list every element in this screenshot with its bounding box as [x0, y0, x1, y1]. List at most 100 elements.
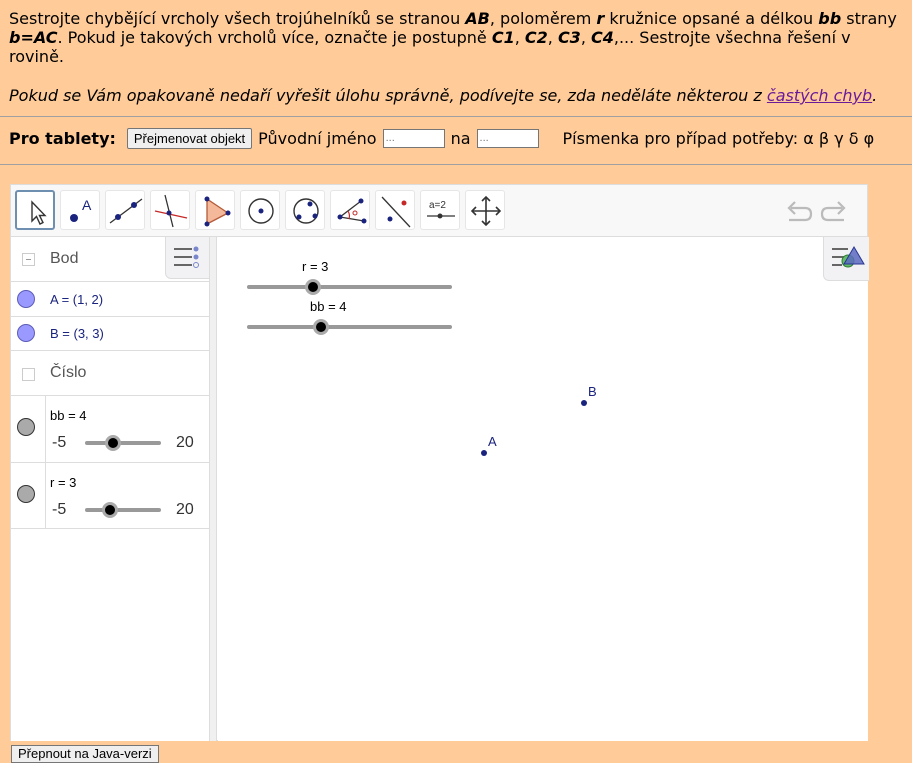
r-slider-handle[interactable] — [102, 502, 118, 518]
task-var-c4: C4 — [590, 28, 614, 47]
bb-expression[interactable]: bb = 4 — [50, 408, 87, 423]
move-tool[interactable] — [15, 190, 55, 230]
reflect-tool[interactable] — [375, 190, 415, 230]
divider — [0, 116, 912, 117]
tablet-toolbar: Pro tablety: Přejmenovat objekt Původní … — [9, 127, 874, 149]
graphics-view[interactable]: r = 3 bb = 4 A B — [218, 237, 869, 741]
undo-icon[interactable] — [783, 196, 813, 224]
angle-icon — [337, 198, 367, 224]
slider-max: 20 — [176, 501, 194, 518]
task-text: kružnice opsané a délkou — [604, 9, 819, 28]
circle-tool[interactable] — [240, 190, 280, 230]
common-errors-note: Pokud se Vám opakovaně nedaří vyřešit úl… — [9, 86, 909, 105]
task-var-b: b=AC — [9, 28, 58, 47]
task-paragraph: Sestrojte chybějící vrcholy všech trojúh… — [9, 9, 909, 66]
point-b-label: B — [588, 384, 597, 399]
task-text: Sestrojte chybějící vrcholy všech trojúh… — [9, 9, 466, 28]
common-errors-link[interactable]: častých chyb — [767, 86, 872, 105]
slider-min: -5 — [52, 434, 67, 451]
redo-icon[interactable] — [820, 196, 850, 224]
task-description: Sestrojte chybějící vrcholy všech trojúh… — [9, 9, 909, 105]
task-var-bb: bb — [818, 9, 842, 28]
bb-slider-handle[interactable] — [105, 435, 121, 451]
point-b[interactable] — [581, 400, 587, 406]
circle-three-points-icon — [293, 198, 319, 224]
point-tool[interactable]: A — [60, 190, 100, 230]
algebra-row-point-a[interactable]: A = (1, 2) — [11, 281, 210, 316]
section-title: Číslo — [50, 364, 87, 381]
algebra-row-point-b[interactable]: B = (3, 3) — [11, 316, 210, 350]
toolbar: A a=2 — [11, 185, 867, 237]
slider-max: 20 — [176, 434, 194, 451]
visibility-toggle[interactable] — [17, 485, 35, 503]
move-graphics-view-tool[interactable] — [465, 190, 505, 230]
perpendicular-line-tool[interactable] — [150, 190, 190, 230]
task-text: , — [580, 28, 591, 47]
algebra-row-bb[interactable]: bb = 4 -5 20 — [11, 395, 210, 462]
task-var-ab: AB — [465, 9, 490, 28]
note-text: Pokud se Vám opakovaně nedaří vyřešit úl… — [9, 86, 767, 105]
section-title: Bod — [50, 250, 79, 267]
algebra-row-r[interactable]: r = 3 -5 20 — [11, 462, 210, 529]
visibility-toggle[interactable] — [17, 418, 35, 436]
point-a-label: A — [488, 434, 497, 449]
task-var-c2: C2 — [524, 28, 548, 47]
angle-tool[interactable] — [330, 190, 370, 230]
point-a-expression[interactable]: A = (1, 2) — [50, 292, 103, 307]
slider-min: -5 — [52, 501, 67, 518]
slider-bb-label: bb = 4 — [310, 299, 347, 314]
line-icon — [109, 198, 143, 224]
polygon-tool[interactable] — [195, 190, 235, 230]
task-var-c1: C1 — [491, 28, 515, 47]
original-name-label: Původní jméno — [258, 128, 377, 148]
slider-bb-track[interactable] — [247, 325, 452, 329]
new-name-input[interactable] — [476, 128, 539, 148]
original-name-input[interactable] — [382, 128, 445, 148]
task-text: strany — [841, 9, 897, 28]
point-icon: A — [70, 197, 92, 222]
svg-text:A: A — [82, 197, 92, 213]
slider-r-track[interactable] — [247, 285, 452, 289]
algebra-view: Bod A = (1, 2) B = (3, 3) Číslo bb = 4 -… — [11, 237, 210, 741]
r-slider-track[interactable] — [85, 508, 161, 512]
circle-icon — [248, 198, 274, 224]
r-expression[interactable]: r = 3 — [50, 475, 76, 490]
graphics-style-icon — [832, 246, 865, 268]
point-a[interactable] — [481, 450, 487, 456]
slider-tool[interactable]: a=2 — [420, 190, 460, 230]
collapse-icon[interactable] — [22, 253, 35, 266]
row-separator — [45, 396, 46, 462]
slider-r-handle[interactable] — [305, 279, 321, 295]
divider — [0, 164, 912, 165]
task-var-c3: C3 — [557, 28, 581, 47]
bb-slider-track[interactable] — [85, 441, 161, 445]
slider-icon: a=2 — [427, 200, 455, 219]
task-text: , — [547, 28, 558, 47]
geogebra-applet: A a=2 Bod A = (1, 2) B = (3, 3) Číslo bb… — [10, 184, 869, 741]
new-name-label: na — [450, 128, 471, 148]
section-cislo[interactable]: Číslo — [11, 350, 210, 395]
task-text: , poloměrem — [489, 9, 597, 28]
perpendicular-icon — [154, 194, 188, 228]
greek-letters: Písmenka pro případ potřeby: α β γ δ φ — [562, 128, 875, 148]
row-separator — [45, 463, 46, 528]
slider-r-label: r = 3 — [302, 259, 329, 274]
section-bod[interactable]: Bod — [11, 245, 210, 273]
rename-object-button[interactable]: Přejmenovat objekt — [126, 127, 253, 149]
task-text: . Pokud je takových vrcholů více, označt… — [57, 28, 492, 47]
line-tool[interactable] — [105, 190, 145, 230]
cursor-icon — [31, 200, 47, 225]
switch-to-java-button[interactable]: Přepnout na Java-verzi — [11, 745, 159, 763]
collapse-icon[interactable] — [22, 368, 35, 381]
circle-three-points-tool[interactable] — [285, 190, 325, 230]
reflect-line-icon — [381, 196, 411, 228]
slider-tool-label: a=2 — [429, 200, 446, 211]
graphics-style-button[interactable] — [823, 237, 869, 281]
slider-bb-handle[interactable] — [313, 319, 329, 335]
view-splitter[interactable] — [210, 237, 217, 741]
point-b-expression[interactable]: B = (3, 3) — [50, 326, 104, 341]
note-text: . — [872, 86, 878, 105]
task-text: , — [514, 28, 525, 47]
visibility-toggle[interactable] — [17, 290, 35, 308]
visibility-toggle[interactable] — [17, 324, 35, 342]
